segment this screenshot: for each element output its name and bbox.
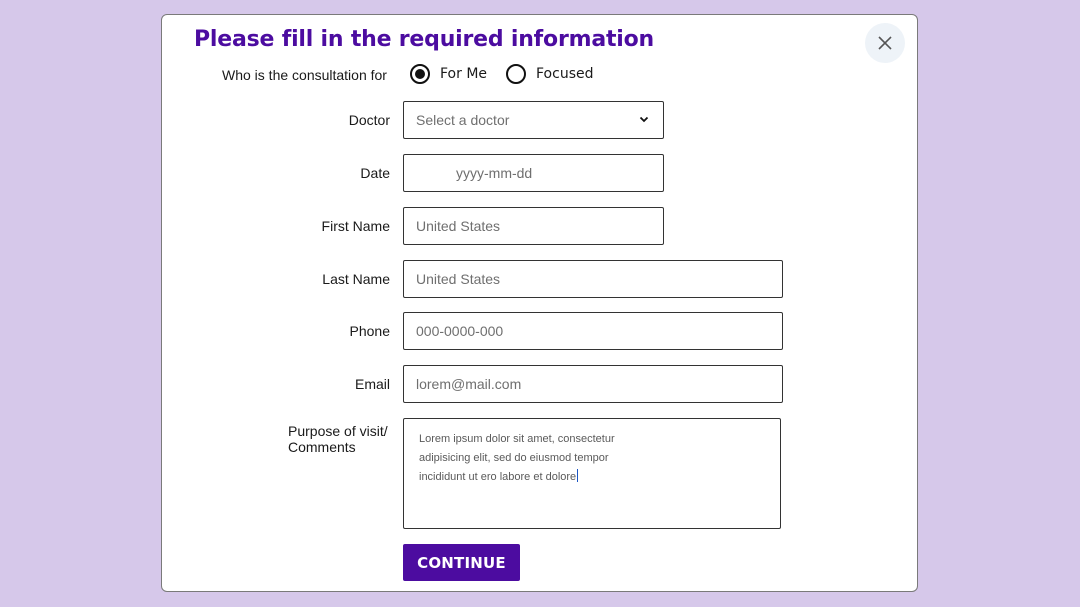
comments-textarea[interactable]: Lorem ipsum dolor sit amet, consectetur …	[403, 418, 781, 529]
email-placeholder: lorem@mail.com	[416, 376, 522, 392]
close-button[interactable]	[865, 23, 905, 63]
doctor-label: Doctor	[348, 112, 390, 128]
text-caret	[577, 469, 579, 482]
comments-line-last: incididunt ut ero labore et dolore	[419, 468, 765, 487]
close-icon	[878, 36, 892, 50]
email-label: Email	[354, 376, 390, 392]
radio-focused[interactable]: Focused	[506, 64, 593, 84]
continue-button[interactable]: CONTINUE	[403, 544, 520, 581]
last-name-label: Last Name	[322, 271, 390, 287]
comments-line: incididunt ut ero labore et dolore	[419, 471, 577, 483]
last-name-placeholder: United States	[416, 271, 501, 287]
radio-for-me-control[interactable]	[410, 64, 430, 84]
first-name-input[interactable]: United States	[403, 207, 664, 245]
consultation-for-label: Who is the consultation for	[222, 67, 387, 83]
radio-focused-label: Focused	[536, 66, 594, 82]
consultation-modal: Please fill in the required information …	[161, 14, 918, 592]
phone-input[interactable]: 000-0000-000	[403, 312, 783, 350]
comments-line: adipisicing elit, sed do eiusmod tempor	[419, 452, 609, 464]
first-name-placeholder: United States	[416, 218, 501, 234]
radio-for-me[interactable]: For Me	[410, 64, 487, 84]
comments-line: Lorem ipsum dolor sit amet, consectetur	[419, 433, 615, 445]
email-input[interactable]: lorem@mail.com	[403, 365, 783, 403]
last-name-input[interactable]: United States	[403, 260, 783, 298]
date-placeholder: yyyy-mm-dd	[456, 165, 533, 181]
phone-placeholder: 000-0000-000	[416, 323, 504, 339]
radio-for-me-label: For Me	[440, 66, 488, 82]
first-name-label: First Name	[321, 218, 390, 234]
comments-label-line2: Comments	[288, 439, 356, 455]
modal-title: Please fill in the required information	[194, 27, 655, 52]
phone-label: Phone	[349, 323, 390, 339]
date-input[interactable]: yyyy-mm-dd	[403, 154, 664, 192]
comments-label: Purpose of visit/ Comments	[288, 423, 388, 455]
chevron-down-icon	[639, 116, 649, 123]
comments-label-line1: Purpose of visit/	[288, 423, 388, 439]
radio-focused-control[interactable]	[506, 64, 526, 84]
date-label: Date	[360, 165, 390, 181]
doctor-select[interactable]: Select a doctor	[403, 101, 664, 139]
doctor-select-value: Select a doctor	[416, 112, 510, 128]
